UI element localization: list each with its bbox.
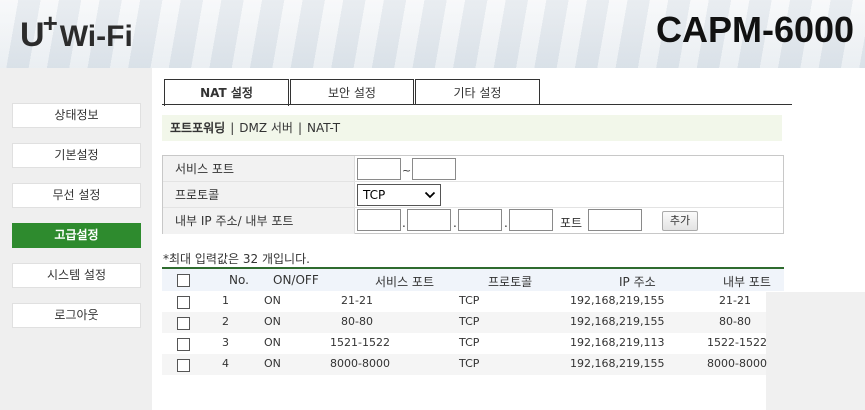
- cell-internal-port: 1522-1522: [707, 336, 767, 349]
- select-all-checkbox[interactable]: [177, 274, 190, 287]
- cell-internal-port: 80-80: [719, 315, 751, 328]
- cell-service-port: 1521-1522: [330, 336, 390, 349]
- row-checkbox[interactable]: [177, 338, 190, 351]
- table-row: 3 ON 1521-1522 TCP 192,168,219,113 1522-…: [162, 333, 767, 354]
- service-port-label: 서비스 포트: [163, 156, 355, 181]
- max-entries-note: *최대 입력값은 32 개입니다.: [163, 252, 310, 266]
- cell-no: 3: [222, 336, 229, 349]
- header-service-port: 서비스 포트: [375, 275, 435, 289]
- sidebar-item-advanced-settings[interactable]: 고급설정: [12, 223, 141, 248]
- cell-onoff: ON: [264, 336, 281, 349]
- cell-ip-address: 192,168,219,155: [570, 357, 665, 370]
- sidebar-item-status[interactable]: 상태정보: [12, 103, 141, 128]
- table-row: 1 ON 21-21 TCP 192,168,219,155 21-21: [162, 291, 766, 312]
- add-button[interactable]: 추가: [662, 211, 698, 231]
- ip-octet-2-input[interactable]: [407, 209, 451, 231]
- row-checkbox[interactable]: [177, 359, 190, 372]
- cell-no: 1: [222, 294, 229, 307]
- ip-dot: .: [402, 216, 406, 230]
- tab-divider: [162, 104, 792, 105]
- tab-security-settings[interactable]: 보안 설정: [290, 79, 414, 105]
- protocol-label: 프로토콜: [163, 182, 355, 207]
- protocol-selected-value: TCP: [363, 188, 386, 202]
- cell-protocol: TCP: [459, 357, 480, 370]
- header-no: No.: [229, 273, 249, 287]
- internal-ip-row: 내부 IP 주소/ 내부 포트 . . . 포트 추가: [163, 208, 783, 234]
- header-ip-address: IP 주소: [619, 275, 656, 289]
- cell-onoff: ON: [264, 315, 281, 328]
- port-label: 포트: [560, 216, 583, 230]
- internal-ip-label: 내부 IP 주소/ 내부 포트: [163, 208, 355, 234]
- header-onoff: ON/OFF: [273, 273, 319, 287]
- cell-no: 2: [222, 315, 229, 328]
- table-header: No. ON/OFF 서비스 포트 프로토콜 IP 주소 내부 포트: [162, 269, 784, 291]
- scroll-area: [766, 292, 865, 410]
- cell-ip-address: 192,168,219,155: [570, 294, 665, 307]
- cell-onoff: ON: [264, 357, 281, 370]
- subnav-separator: |: [297, 121, 303, 135]
- ip-octet-4-input[interactable]: [509, 209, 553, 231]
- table-row: 4 ON 8000-8000 TCP 192,168,219,155 8000-…: [162, 354, 767, 375]
- tab-nat-settings[interactable]: NAT 설정: [164, 79, 289, 106]
- header-internal-port: 내부 포트: [723, 275, 771, 289]
- cell-protocol: TCP: [459, 336, 480, 349]
- subnav-separator: |: [230, 121, 235, 135]
- cell-ip-address: 192,168,219,113: [570, 336, 665, 349]
- protocol-row: 프로토콜 TCP: [163, 182, 783, 208]
- cell-service-port: 8000-8000: [330, 357, 390, 370]
- table-row: 2 ON 80-80 TCP 192,168,219,155 80-80: [162, 312, 766, 333]
- ip-octet-1-input[interactable]: [357, 209, 401, 231]
- range-tilde: ~: [402, 164, 412, 177]
- cell-protocol: TCP: [459, 315, 480, 328]
- ip-octet-3-input[interactable]: [458, 209, 502, 231]
- service-port-row: 서비스 포트 ~: [163, 156, 783, 182]
- ip-dot: .: [504, 216, 508, 230]
- header-banner: U+Wi-Fi CAPM-6000: [0, 0, 865, 68]
- internal-port-input[interactable]: [588, 209, 642, 231]
- subnav-dmz-server[interactable]: DMZ 서버: [239, 121, 293, 135]
- subnav-nat-t[interactable]: NAT-T: [307, 121, 340, 135]
- cell-ip-address: 192,168,219,155: [570, 315, 665, 328]
- service-port-start-input[interactable]: [357, 158, 401, 180]
- logo-wifi: Wi-Fi: [59, 20, 133, 53]
- logo-u: U: [20, 16, 45, 54]
- chevron-down-icon: [424, 191, 436, 199]
- sidebar-item-system-settings[interactable]: 시스템 설정: [12, 263, 141, 288]
- uplus-wifi-logo: U+Wi-Fi: [20, 10, 133, 54]
- cell-protocol: TCP: [459, 294, 480, 307]
- protocol-select[interactable]: TCP: [357, 184, 441, 206]
- sidebar-item-logout[interactable]: 로그아웃: [12, 303, 141, 328]
- model-name: CAPM-6000: [656, 9, 855, 50]
- row-checkbox[interactable]: [177, 296, 190, 309]
- cell-no: 4: [222, 357, 229, 370]
- cell-service-port: 21-21: [341, 294, 373, 307]
- sidebar-item-wireless-settings[interactable]: 무선 설정: [12, 183, 141, 208]
- logo-plus: +: [42, 8, 58, 38]
- service-port-end-input[interactable]: [412, 158, 456, 180]
- row-checkbox[interactable]: [177, 317, 190, 330]
- cell-onoff: ON: [264, 294, 281, 307]
- subnav-bar: 포트포워딩 | DMZ 서버 | NAT-T: [162, 115, 782, 141]
- port-forward-form: 서비스 포트 ~ 프로토콜 TCP 내부 IP 주소/ 내부 포트 . . . …: [162, 155, 784, 234]
- subnav-port-forwarding[interactable]: 포트포워딩: [170, 121, 225, 135]
- cell-internal-port: 8000-8000: [707, 357, 767, 370]
- cell-internal-port: 21-21: [719, 294, 751, 307]
- ip-dot: .: [453, 216, 457, 230]
- cell-service-port: 80-80: [341, 315, 373, 328]
- header-protocol: 프로토콜: [488, 275, 533, 289]
- tab-other-settings[interactable]: 기타 설정: [415, 79, 540, 105]
- sidebar-item-basic-settings[interactable]: 기본설정: [12, 143, 141, 168]
